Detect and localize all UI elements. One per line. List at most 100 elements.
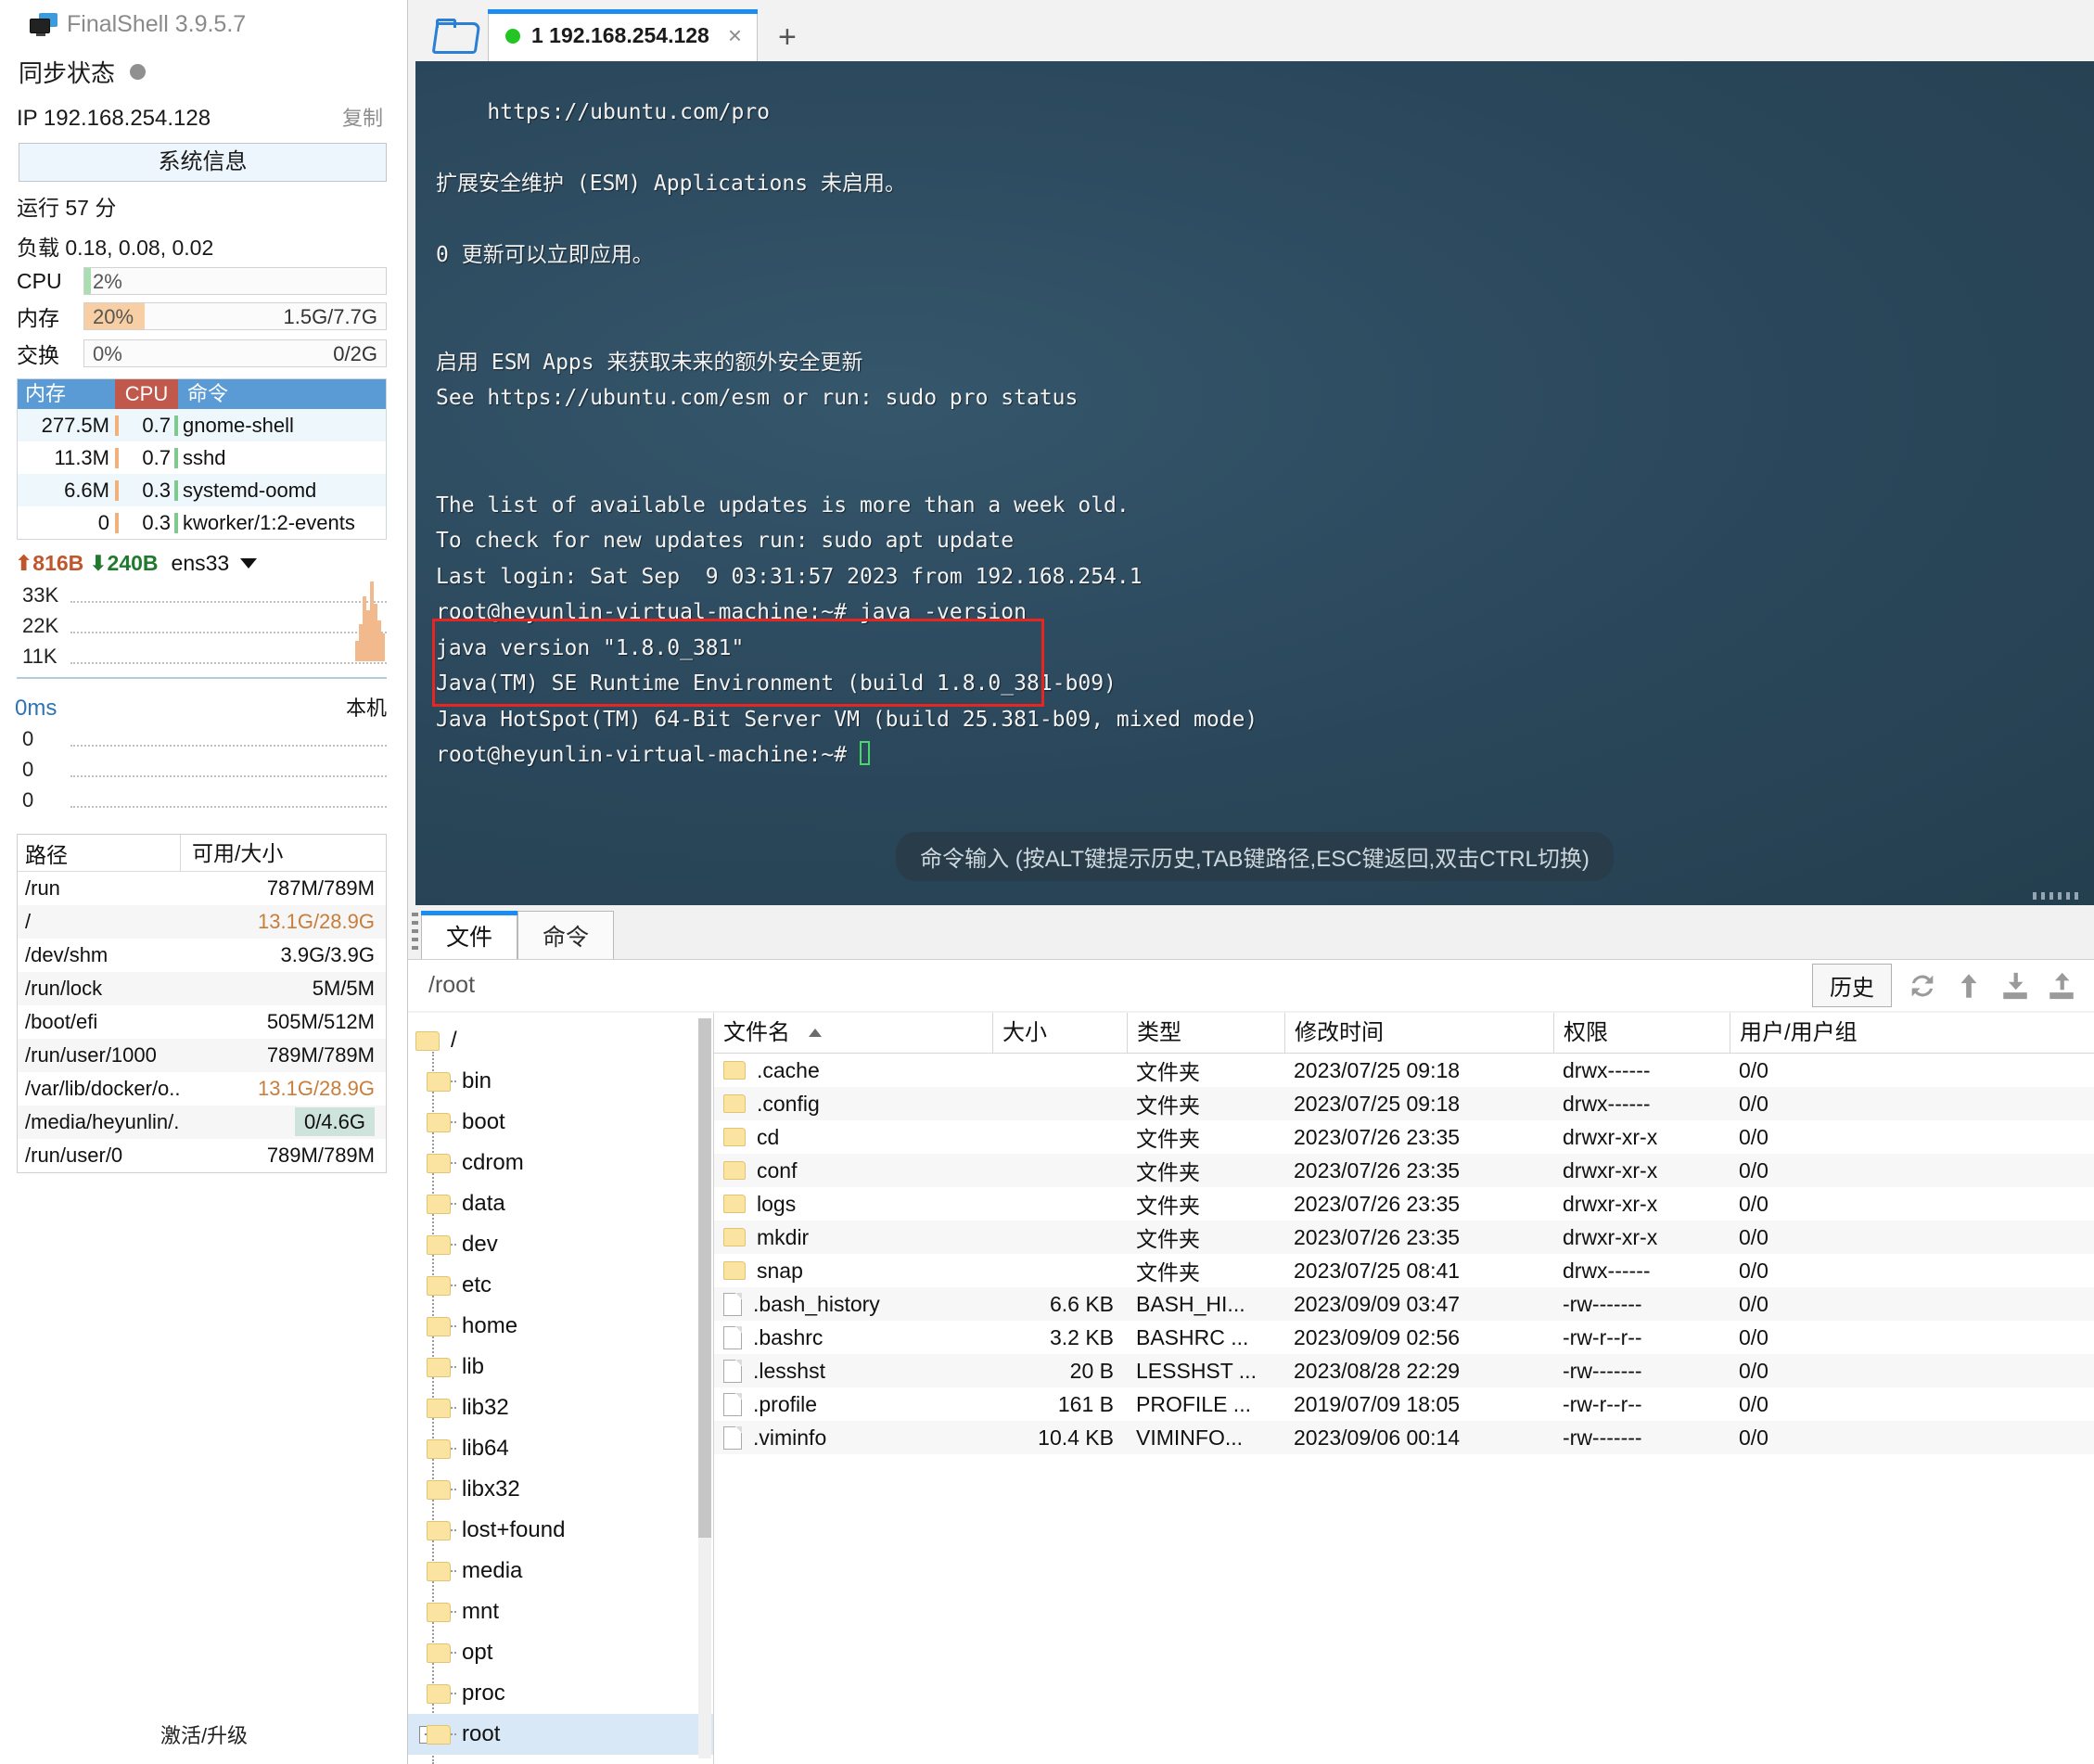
up-arrow-icon[interactable]	[1953, 970, 1985, 1002]
file-row[interactable]: snap 文件夹 2023/07/25 08:41 drwx------ 0/0	[714, 1254, 2094, 1287]
file-col-owner[interactable]: 用户/用户组	[1730, 1013, 1971, 1053]
tree-node-lib32[interactable]: lib32	[408, 1387, 713, 1428]
file-row[interactable]: .bash_history 6.6 KB BASH_HI... 2023/09/09 …	[714, 1287, 2094, 1321]
process-col-command[interactable]: 命令	[178, 379, 386, 409]
disk-col-path[interactable]: 路径	[18, 837, 180, 869]
file-row[interactable]: conf 文件夹 2023/07/26 23:35 drwxr-xr-x 0/0	[714, 1154, 2094, 1187]
file-row[interactable]: mkdir 文件夹 2023/07/26 23:35 drwxr-xr-x 0/0	[714, 1221, 2094, 1254]
java-version-highlight-box	[432, 619, 1044, 707]
open-folder-button[interactable]	[421, 7, 488, 61]
swap-meter-value: 0%	[93, 342, 122, 365]
tree-node-label: root	[462, 1721, 501, 1746]
ip-label: IP 192.168.254.128	[17, 106, 211, 131]
disk-row[interactable]: /run/lock 5M/5M	[18, 972, 386, 1005]
file-col-size[interactable]: 大小	[992, 1013, 1127, 1053]
disk-row[interactable]: /boot/efi 505M/512M	[18, 1005, 386, 1039]
file-col-permissions[interactable]: 权限	[1553, 1013, 1730, 1053]
terminal-output[interactable]: https://ubuntu.com/pro 扩展安全维护 (ESM) Appl…	[415, 61, 2094, 905]
directory-tree[interactable]: / bin boot cdrom data dev etc home lib lib32 lib64…	[408, 1013, 714, 1764]
file-name: cd	[714, 1125, 992, 1150]
current-path[interactable]: /root	[408, 972, 475, 999]
file-col-name[interactable]: 文件名	[714, 1013, 992, 1053]
disk-row[interactable]: / 13.1G/28.9G	[18, 905, 386, 939]
refresh-icon[interactable]	[1907, 970, 1938, 1002]
process-row[interactable]: 277.5M 0.7 gnome-shell	[18, 409, 386, 441]
file-size: 6.6 KB	[1049, 1291, 1114, 1316]
tree-node-home[interactable]: home	[408, 1306, 713, 1347]
terminal-tab[interactable]: 1 192.168.254.128 ×	[488, 9, 759, 61]
chevron-down-icon[interactable]	[240, 558, 258, 569]
cpu-meter-row: CPU 2%	[0, 262, 407, 295]
tree-node-bin[interactable]: bin	[408, 1061, 713, 1102]
file-owner: 0/0	[1739, 1057, 1768, 1082]
download-icon[interactable]	[1999, 970, 2031, 1002]
file-row[interactable]: .viminfo 10.4 KB VIMINFO... 2023/09/06 00:1…	[714, 1421, 2094, 1454]
process-command: sshd	[183, 445, 226, 469]
file-modified: 2023/09/06 00:14	[1294, 1425, 1461, 1450]
file-toolbar: 历史	[1812, 964, 2094, 1007]
uptime-label: 运行 57 分	[17, 196, 117, 220]
file-permissions: drwxr-xr-x	[1563, 1157, 1658, 1182]
file-row[interactable]: .config 文件夹 2023/07/25 09:18 drwx------ 0/0	[714, 1087, 2094, 1120]
tree-node-cdrom[interactable]: cdrom	[408, 1143, 713, 1183]
close-icon[interactable]: ×	[721, 21, 742, 50]
tree-node-boot[interactable]: boot	[408, 1102, 713, 1143]
tree-node-label: opt	[462, 1640, 493, 1665]
file-row[interactable]: logs 文件夹 2023/07/26 23:35 drwxr-xr-x 0/0	[714, 1187, 2094, 1221]
tree-node-media[interactable]: media	[408, 1551, 713, 1591]
folder-icon	[723, 1128, 746, 1146]
tree-node--[interactable]: /	[408, 1020, 713, 1061]
tree-node-mnt[interactable]: mnt	[408, 1591, 713, 1632]
disk-row[interactable]: /run/user/0 789M/789M	[18, 1139, 386, 1172]
tree-scrollbar[interactable]	[698, 1018, 711, 1758]
file-row[interactable]: .bashrc 3.2 KB BASHRC ... 2023/09/09 02:56 -…	[714, 1321, 2094, 1354]
tree-node-lost-found[interactable]: lost+found	[408, 1510, 713, 1551]
file-col-type[interactable]: 类型	[1127, 1013, 1284, 1053]
disk-row[interactable]: /var/lib/docker/o... 13.1G/28.9G	[18, 1072, 386, 1106]
panel-drag-handle[interactable]	[412, 913, 418, 950]
process-col-memory[interactable]: 内存	[18, 379, 115, 409]
process-row[interactable]: 6.6M 0.3 systemd-oomd	[18, 474, 386, 506]
process-row[interactable]: 11.3M 0.7 sshd	[18, 441, 386, 474]
file-row[interactable]: cd 文件夹 2023/07/26 23:35 drwxr-xr-x 0/0	[714, 1120, 2094, 1154]
network-download: ⬇240B	[89, 551, 159, 575]
sync-status-row: 同步状态	[0, 47, 407, 95]
latency-scale-label-2: 0	[22, 757, 34, 781]
tree-node-libx32[interactable]: libx32	[408, 1469, 713, 1510]
tab-commands[interactable]: 命令	[517, 911, 614, 959]
disk-row[interactable]: /media/heyunlin/... 0/4.6G	[18, 1106, 386, 1139]
tab-files[interactable]: 文件	[421, 911, 517, 959]
resize-grip[interactable]	[2033, 892, 2079, 900]
file-type: 文件夹	[1136, 1260, 1200, 1285]
new-tab-icon[interactable]: +	[758, 19, 813, 61]
tree-scrollbar-thumb[interactable]	[698, 1018, 711, 1538]
process-memory-bar	[115, 479, 119, 501]
file-list-header: 文件名 大小 类型 修改时间 权限 用户/用户组	[714, 1013, 2094, 1054]
disk-row[interactable]: /dev/shm 3.9G/3.9G	[18, 939, 386, 972]
tree-node-lib64[interactable]: lib64	[408, 1428, 713, 1469]
disk-row[interactable]: /run/user/1000 789M/789M	[18, 1039, 386, 1072]
tree-node-root[interactable]: +root	[408, 1714, 713, 1755]
system-info-button[interactable]: 系统信息	[19, 143, 387, 182]
copy-button[interactable]: 复制	[342, 102, 383, 132]
file-row[interactable]: .lesshst 20 B LESSHST ... 2023/08/28 22:29 -…	[714, 1354, 2094, 1387]
tree-node-lib[interactable]: lib	[408, 1347, 713, 1387]
activate-upgrade-link[interactable]: 激活/升级	[0, 1719, 408, 1749]
tree-node-dev[interactable]: dev	[408, 1224, 713, 1265]
tree-node-opt[interactable]: opt	[408, 1632, 713, 1673]
history-button[interactable]: 历史	[1812, 964, 1892, 1007]
process-col-cpu[interactable]: CPU	[115, 379, 178, 409]
tree-node-data[interactable]: data	[408, 1183, 713, 1224]
disk-row[interactable]: /run 787M/789M	[18, 872, 386, 905]
command-input-hint-bar[interactable]: 命令输入 (按ALT键提示历史,TAB键路径,ESC键返回,双击CTRL切换)	[415, 832, 2094, 881]
tree-node-proc[interactable]: proc	[408, 1673, 713, 1714]
file-modified: 2023/09/09 03:47	[1294, 1291, 1461, 1316]
file-col-modified[interactable]: 修改时间	[1284, 1013, 1553, 1053]
file-row[interactable]: .cache 文件夹 2023/07/25 09:18 drwx------ 0/0	[714, 1054, 2094, 1087]
process-row[interactable]: 0 0.3 kworker/1:2-events	[18, 506, 386, 539]
file-icon	[723, 1359, 742, 1383]
file-row[interactable]: .profile 161 B PROFILE ... 2019/07/09 18:05…	[714, 1387, 2094, 1421]
tree-node-etc[interactable]: etc	[408, 1265, 713, 1306]
disk-col-available[interactable]: 可用/大小	[180, 835, 386, 871]
upload-icon[interactable]	[2046, 970, 2077, 1002]
